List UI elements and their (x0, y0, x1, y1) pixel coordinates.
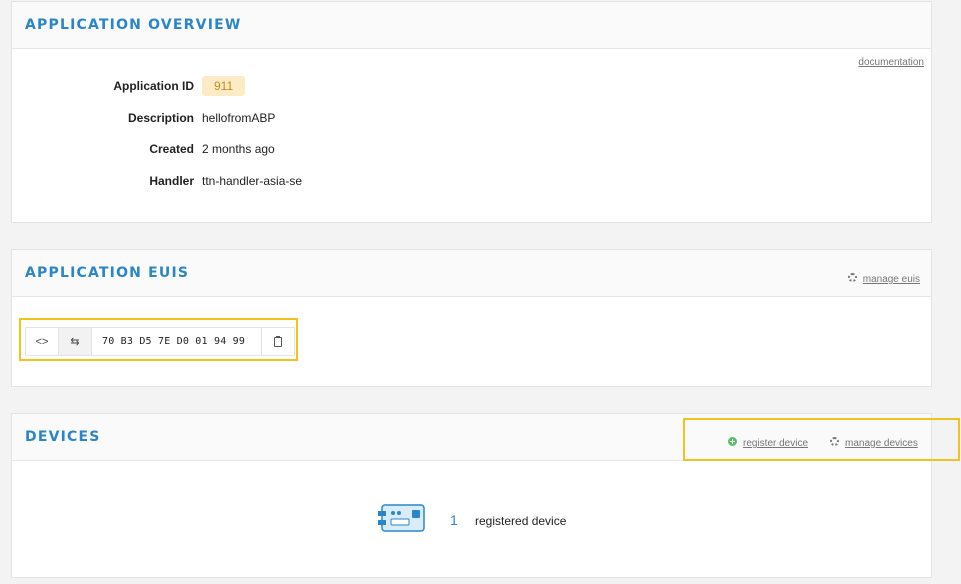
documentation-link[interactable]: documentation (858, 57, 924, 68)
eui-value: 70 B3 D5 7E D0 01 94 99 (102, 336, 246, 347)
device-count-label: registered device (475, 514, 567, 528)
field-application-id: Application ID 911 (12, 76, 931, 97)
overview-title: APPLICATION OVERVIEW (25, 17, 242, 33)
devices-title: DEVICES (25, 429, 101, 445)
eui-field: <> ⇆ 70 B3 D5 7E D0 01 94 99 (25, 327, 295, 356)
created-label: Created (149, 142, 194, 156)
overview-header: APPLICATION OVERVIEW (12, 2, 931, 49)
created-value: 2 months ago (202, 142, 275, 156)
application-id-badge: 911 (202, 76, 246, 96)
device-count: 1 (450, 512, 458, 528)
handler-value: ttn-handler-asia-se (202, 174, 303, 188)
application-id-value: 911 (202, 76, 246, 96)
clipboard-icon (274, 335, 282, 347)
euis-title: APPLICATION EUIS (25, 265, 190, 281)
code-toggle-icon[interactable]: <> (26, 328, 59, 355)
byte-order-swap-icon[interactable]: ⇆ (59, 328, 92, 355)
field-created: Created 2 months ago (12, 142, 931, 160)
gear-icon (847, 273, 857, 283)
description-label: Description (127, 111, 194, 125)
application-overview-panel: APPLICATION OVERVIEW documentation Appli… (11, 1, 932, 223)
description-value: hellofromABP (202, 111, 276, 125)
device-board-icon (378, 504, 425, 532)
handler-label: Handler (149, 174, 194, 188)
manage-euis-action[interactable]: manage euis (847, 269, 920, 287)
copy-button[interactable] (261, 328, 294, 355)
manage-euis-link[interactable]: manage euis (863, 274, 920, 285)
application-id-label: Application ID (113, 79, 194, 93)
devices-actions-highlight (683, 418, 960, 461)
field-description: Description hellofromABP (12, 111, 931, 129)
euis-header: APPLICATION EUIS manage euis (12, 250, 931, 297)
field-handler: Handler ttn-handler-asia-se (12, 174, 931, 192)
